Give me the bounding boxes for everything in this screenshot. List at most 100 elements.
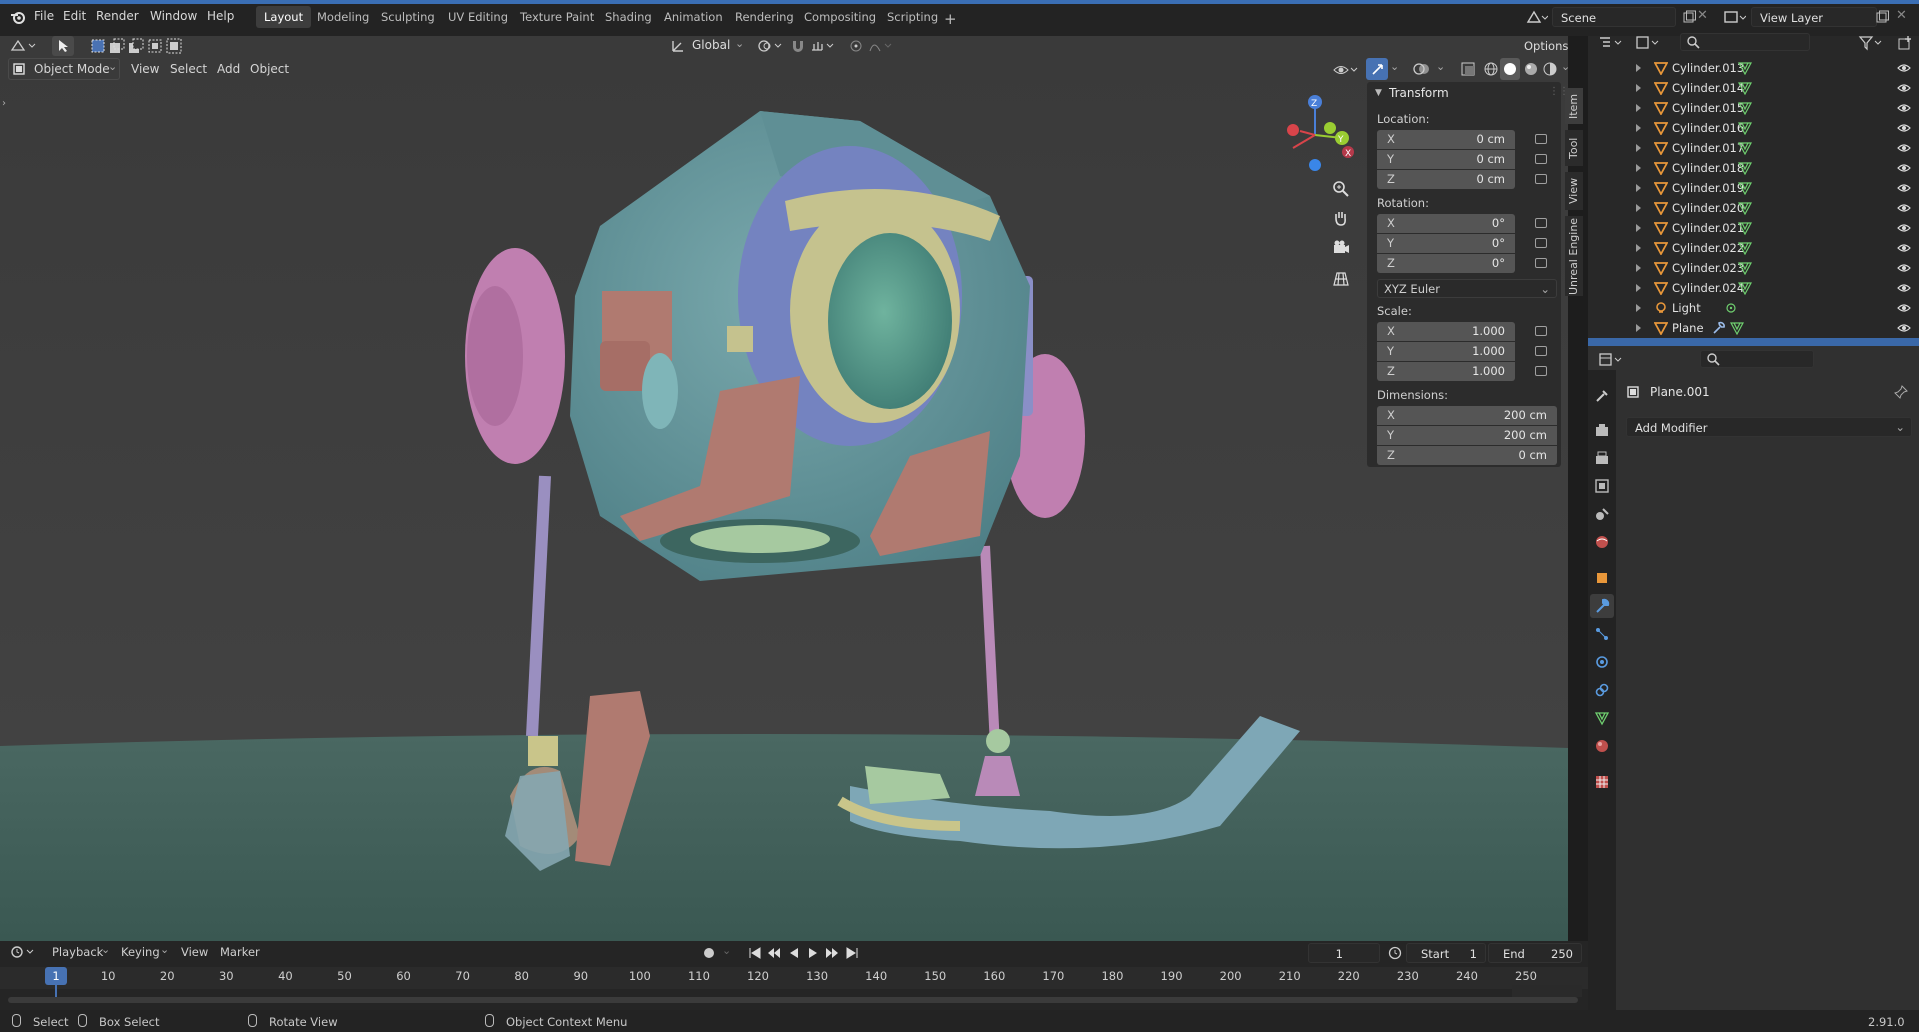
snap-magnet-icon[interactable] [790,38,806,54]
visibility-eye-icon[interactable] [1897,123,1911,133]
tab-sculpting[interactable]: Sculpting [373,6,443,28]
editor-type-icon[interactable] [10,38,38,54]
lock-icon[interactable] [1535,218,1547,228]
outliner-row[interactable]: Cylinder.013 [1588,58,1919,78]
auto-keying-record-icon[interactable] [702,946,716,960]
expand-triangle-icon[interactable] [1636,64,1641,72]
expand-triangle-icon[interactable] [1636,224,1641,232]
clock-icon[interactable] [1388,946,1402,960]
visibility-eye-icon[interactable] [1897,203,1911,213]
scale-x-field[interactable]: X 1.000 [1377,322,1515,341]
location-z-field[interactable]: Z0 cm [1377,170,1515,189]
lock-icon[interactable] [1535,174,1547,184]
data-tab-icon[interactable] [1594,710,1610,726]
visibility-eye-icon[interactable] [1897,163,1911,173]
visibility-eye-icon[interactable] [1897,223,1911,233]
visibility-eye-icon[interactable] [1897,143,1911,153]
mesh-data-icon[interactable] [1738,81,1752,95]
tab-layout[interactable]: Layout [256,6,312,28]
mesh-data-icon[interactable] [1738,101,1752,115]
play-reverse-icon[interactable] [787,946,801,960]
copy-view-layer-icon[interactable] [1876,10,1889,23]
expand-triangle-icon[interactable] [1636,84,1641,92]
outliner-editor-type-icon[interactable] [1598,35,1626,51]
scale-y-field[interactable]: Y 1.000 [1377,342,1515,361]
view-layer-field[interactable]: View Layer [1751,7,1877,27]
tab-rendering[interactable]: Rendering [727,6,802,28]
chevron-down-icon[interactable]: ⌄ [1561,60,1570,73]
visibility-eye-icon[interactable] [1897,303,1911,313]
add-modifier-dropdown[interactable]: Add Modifier ⌄ [1626,417,1912,437]
expand-triangle-icon[interactable] [1636,204,1641,212]
tab-compositing[interactable]: Compositing [796,6,884,28]
select-intersect-icon[interactable] [166,38,182,54]
falloff-curve-icon[interactable] [868,38,896,54]
play-icon[interactable] [806,946,820,960]
menu-object[interactable]: Object [250,62,289,76]
next-keyframe-icon[interactable] [824,946,840,960]
tab-tool[interactable]: Tool [1565,130,1583,166]
outliner-row[interactable]: Cylinder.021 [1588,218,1919,238]
scene-tab-icon[interactable] [1594,506,1610,522]
dimensions-z-field[interactable]: Z0 cm [1377,446,1557,465]
transform-header[interactable]: Transform [1389,86,1449,100]
lock-icon[interactable] [1535,258,1547,268]
rotation-x-field[interactable]: X 0° [1377,214,1515,233]
dimensions-y-field[interactable]: Y 200 cm [1377,426,1557,445]
view-layer-icon[interactable] [1724,10,1746,24]
tool-tab-icon[interactable] [1594,388,1610,404]
expand-triangle-icon[interactable] [1636,304,1641,312]
tab-modeling[interactable]: Modeling [309,6,377,28]
copy-scene-icon[interactable] [1683,10,1696,23]
end-frame-field[interactable]: End 250 [1488,943,1582,963]
zoom-icon[interactable] [1332,180,1350,198]
outliner-row[interactable]: Plane [1588,318,1919,338]
outliner-row[interactable]: Cylinder.016 [1588,118,1919,138]
scene-name-field[interactable]: Scene [1552,7,1676,27]
lock-icon[interactable] [1535,326,1547,336]
camera-icon[interactable] [1332,239,1350,257]
jump-start-icon[interactable] [748,946,762,960]
expand-triangle-icon[interactable] [1636,124,1641,132]
jump-end-icon[interactable] [845,946,859,960]
constraints-tab-icon[interactable] [1594,682,1610,698]
chevron-down-icon[interactable]: ⌄ [722,944,731,957]
chevron-down-icon[interactable]: ⌄ [1390,60,1399,73]
menu-view[interactable]: View [131,62,159,76]
close-scene-icon[interactable]: ✕ [1697,8,1708,23]
render-tab-icon[interactable] [1594,422,1610,438]
world-tab-icon[interactable] [1594,534,1610,550]
close-view-layer-icon[interactable]: ✕ [1896,8,1907,23]
tab-animation[interactable]: Animation [656,6,731,28]
lock-icon[interactable] [1535,134,1547,144]
expand-triangle-icon[interactable] [1636,104,1641,112]
tab-item[interactable]: Item [1565,88,1583,124]
lock-icon[interactable] [1535,366,1547,376]
navigation-gizmo[interactable]: Z Y X [1270,90,1360,180]
particles-tab-icon[interactable] [1594,626,1610,642]
rotation-y-field[interactable]: Y 0° [1377,234,1515,253]
chevron-down-icon[interactable]: ⌄ [1436,60,1445,73]
rotation-mode-dropdown[interactable]: XYZ Euler ⌄ [1377,279,1557,298]
mesh-data-icon[interactable] [1738,121,1752,135]
mesh-data-icon[interactable] [1738,281,1752,295]
menu-keying[interactable]: Keying [121,945,160,959]
proportional-edit-icon[interactable] [848,38,864,54]
wireframe-shading-icon[interactable] [1483,61,1499,77]
toolbar-expand-icon[interactable]: › [2,98,6,109]
visibility-eye-icon[interactable] [1897,323,1911,333]
expand-triangle-icon[interactable] [1636,144,1641,152]
select-extend-icon[interactable] [109,38,125,54]
collapse-triangle-icon[interactable]: ▼ [1375,88,1382,98]
expand-triangle-icon[interactable] [1636,184,1641,192]
physics-tab-icon[interactable] [1594,654,1610,670]
pin-icon[interactable] [1894,385,1908,399]
expand-triangle-icon[interactable] [1636,164,1641,172]
expand-triangle-icon[interactable] [1636,264,1641,272]
outliner-row[interactable]: Cylinder.014 [1588,78,1919,98]
blender-logo-icon[interactable] [10,10,26,24]
rendered-shading-icon[interactable] [1542,61,1558,77]
playhead-marker[interactable]: 1 [45,967,67,985]
expand-triangle-icon[interactable] [1636,324,1641,332]
select-new-icon[interactable] [90,38,106,54]
